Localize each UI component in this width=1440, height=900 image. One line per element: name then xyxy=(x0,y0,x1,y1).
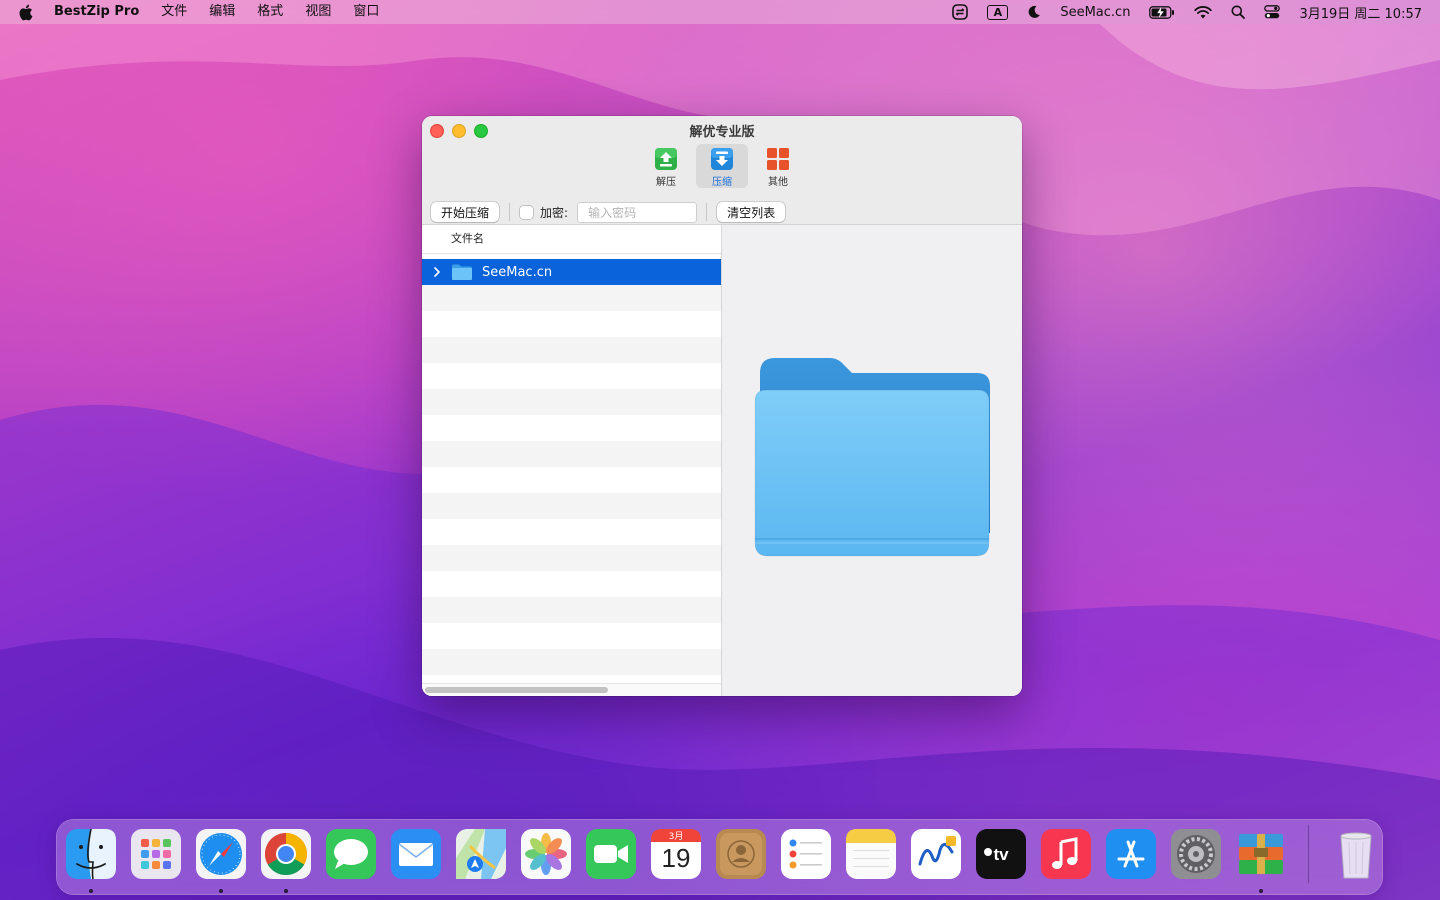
mode-tabs: 解压 压缩 其他 xyxy=(422,144,1022,188)
grid-icon xyxy=(767,148,789,170)
messages-icon[interactable] xyxy=(325,828,377,880)
apple-tv-icon[interactable]: tv xyxy=(975,828,1027,880)
calendar-icon[interactable]: 3月 19 xyxy=(650,828,702,880)
music-icon[interactable] xyxy=(1040,828,1092,880)
battery-icon[interactable] xyxy=(1149,5,1175,19)
control-center-icon[interactable] xyxy=(1264,5,1281,19)
empty-row xyxy=(422,519,721,545)
folder-preview-icon xyxy=(754,358,990,557)
tab-extract-label: 解压 xyxy=(656,177,676,188)
empty-row xyxy=(422,389,721,415)
window-title: 解优专业版 xyxy=(689,125,755,140)
tab-other-label: 其他 xyxy=(768,177,788,188)
input-source-label: A xyxy=(987,4,1009,20)
freeform-icon[interactable] xyxy=(910,828,962,880)
empty-row xyxy=(422,571,721,597)
maps-icon[interactable] xyxy=(455,828,507,880)
chrome-icon[interactable] xyxy=(260,828,312,893)
calendar-month-label: 3月 xyxy=(668,832,684,842)
menubar-clock[interactable]: 3月19日 周二 10:57 xyxy=(1299,3,1422,22)
tab-compress[interactable]: 压缩 xyxy=(696,144,748,188)
file-row-selected[interactable]: SeeMac.cn xyxy=(422,259,721,285)
password-field[interactable]: 输入密码 xyxy=(578,202,697,222)
contacts-icon[interactable] xyxy=(715,828,767,880)
empty-row xyxy=(422,363,721,389)
folder-icon xyxy=(452,264,472,280)
notes-icon[interactable] xyxy=(845,828,897,880)
tab-other[interactable]: 其他 xyxy=(752,144,804,188)
menu-edit[interactable]: 编辑 xyxy=(198,0,246,24)
finder-icon[interactable] xyxy=(65,828,117,893)
running-indicator xyxy=(219,889,223,893)
bestzip-dock-icon[interactable] xyxy=(1235,828,1287,893)
file-rows: SeeMac.cn xyxy=(422,259,721,675)
main-content: 文件名 SeeMac.cn xyxy=(422,225,1022,696)
running-indicator xyxy=(1259,889,1263,893)
column-header-filename[interactable]: 文件名 xyxy=(422,225,721,254)
translate-status-icon[interactable] xyxy=(952,4,969,20)
menu-format[interactable]: 格式 xyxy=(246,0,294,24)
dock: 3月 19 tv xyxy=(56,819,1383,895)
trash-icon[interactable] xyxy=(1330,828,1382,880)
app-store-icon[interactable] xyxy=(1105,828,1157,880)
menu-app-name[interactable]: BestZip Pro xyxy=(54,0,150,24)
focus-moon-icon[interactable] xyxy=(1027,5,1041,19)
running-indicator xyxy=(284,889,288,893)
empty-row xyxy=(422,623,721,649)
clear-list-button[interactable]: 清空列表 xyxy=(717,202,786,222)
tab-extract[interactable]: 解压 xyxy=(640,144,692,188)
tab-compress-label: 压缩 xyxy=(712,177,732,188)
apple-logo-icon[interactable] xyxy=(18,4,36,21)
menu-bar: BestZip Pro 文件 编辑 格式 视图 窗口 A SeeMac.cn 3… xyxy=(0,0,1440,24)
photos-icon[interactable] xyxy=(520,828,572,880)
empty-row xyxy=(422,415,721,441)
extract-icon xyxy=(655,148,677,170)
running-indicator xyxy=(89,889,93,893)
menu-window[interactable]: 窗口 xyxy=(342,0,390,24)
facetime-icon[interactable] xyxy=(585,828,637,880)
action-toolbar: 开始压缩 加密: 输入密码 清空列表 xyxy=(422,200,1022,224)
encrypt-label: 加密: xyxy=(540,205,569,220)
title-bar: 解优专业版 解压 压缩 其他 开始压缩 加密: 输入密码 清空列表 xyxy=(422,116,1022,225)
empty-row xyxy=(422,597,721,623)
file-list[interactable]: 文件名 SeeMac.cn xyxy=(422,225,722,696)
menu-file[interactable]: 文件 xyxy=(150,0,198,24)
preview-pane xyxy=(722,225,1022,696)
compress-icon xyxy=(711,148,733,170)
horizontal-scrollbar-thumb[interactable] xyxy=(425,687,608,693)
encrypt-checkbox[interactable] xyxy=(520,205,534,219)
toolbar-divider xyxy=(509,203,511,221)
svg-text:tv: tv xyxy=(993,845,1009,864)
empty-row xyxy=(422,285,721,311)
dock-apps: 3月 19 tv xyxy=(65,825,1382,893)
empty-row xyxy=(422,493,721,519)
calendar-day-label: 19 xyxy=(661,843,691,873)
launchpad-icon[interactable] xyxy=(130,828,182,880)
start-compress-button[interactable]: 开始压缩 xyxy=(431,202,500,222)
empty-row xyxy=(422,441,721,467)
system-settings-icon[interactable] xyxy=(1170,828,1222,880)
empty-row xyxy=(422,649,721,675)
reminders-icon[interactable] xyxy=(780,828,832,880)
menubar-site-text[interactable]: SeeMac.cn xyxy=(1060,5,1130,20)
safari-icon[interactable] xyxy=(195,828,247,893)
menu-view[interactable]: 视图 xyxy=(294,0,342,24)
empty-row xyxy=(422,467,721,493)
wifi-icon[interactable] xyxy=(1194,5,1213,19)
file-row-name: SeeMac.cn xyxy=(482,264,553,280)
bestzip-window: 解优专业版 解压 压缩 其他 开始压缩 加密: 输入密码 清空列表 文件名 Se… xyxy=(422,116,1022,696)
disclosure-chevron-icon[interactable] xyxy=(433,267,453,277)
mail-icon[interactable] xyxy=(390,828,442,880)
empty-row xyxy=(422,545,721,571)
toolbar-divider xyxy=(706,203,708,221)
input-source-indicator[interactable]: A xyxy=(987,4,1009,20)
empty-row xyxy=(422,337,721,363)
spotlight-search-icon[interactable] xyxy=(1231,5,1246,19)
dock-divider xyxy=(1308,825,1309,883)
empty-row xyxy=(422,311,721,337)
